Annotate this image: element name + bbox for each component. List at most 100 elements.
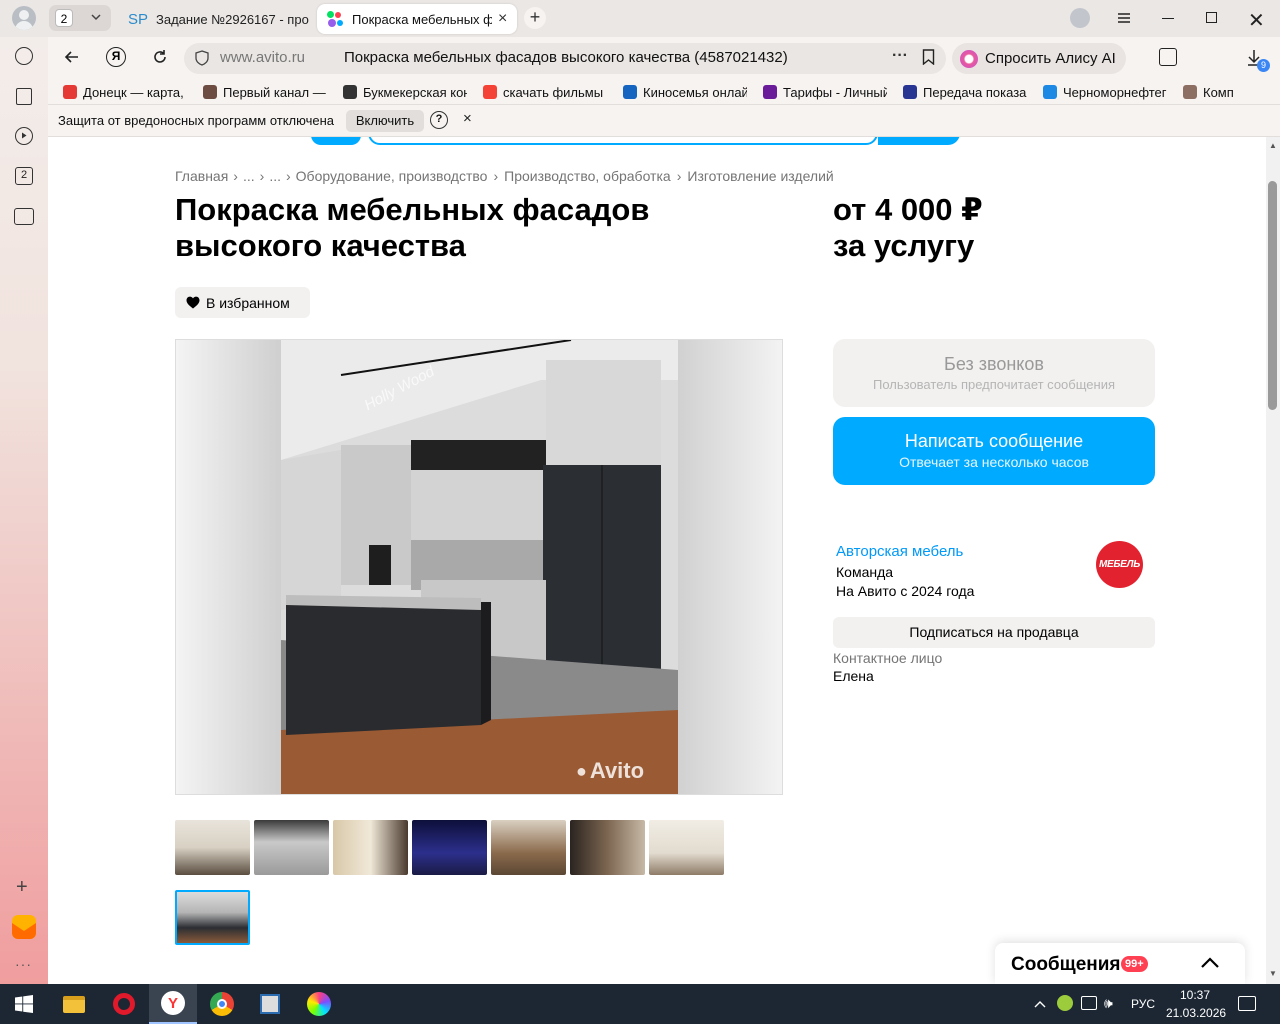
write-message-button[interactable]: Написать сообщение Отвечает за несколько… — [833, 417, 1155, 485]
notifications-icon[interactable] — [1238, 996, 1256, 1011]
bookmark-item[interactable]: Черноморнефтег — [1043, 83, 1167, 101]
messages-widget[interactable]: Сообщения 99+ — [995, 943, 1245, 984]
tray-app-icon[interactable] — [1057, 995, 1073, 1011]
screenshot-icon[interactable] — [14, 208, 34, 225]
volume-icon[interactable]: 🕪 — [1104, 995, 1113, 1012]
bookmark-item[interactable]: Букмекерская кон — [343, 83, 467, 101]
add-panel-icon[interactable]: + — [16, 876, 28, 899]
new-tab-button[interactable]: + — [524, 7, 546, 29]
bookmark-favicon-icon — [1043, 85, 1057, 99]
gallery-thumbnail[interactable] — [570, 820, 645, 875]
alice-icon — [960, 49, 978, 68]
breadcrumb-ellipsis[interactable]: ... — [243, 168, 255, 184]
scrollbar-down-arrow[interactable]: ▼ — [1269, 969, 1277, 978]
file-explorer-icon[interactable] — [50, 984, 98, 1024]
bookmark-favicon-icon — [483, 85, 497, 99]
rail-more-icon[interactable]: ··· — [15, 956, 32, 972]
breadcrumb-sep: › — [493, 168, 499, 184]
clock-date[interactable]: 21.03.2026 — [1166, 1006, 1226, 1020]
bookmark-favicon-icon — [763, 85, 777, 99]
tab-zadanie[interactable]: SP Задание №2926167 - про — [118, 4, 313, 34]
collections-rail-icon[interactable] — [16, 88, 32, 105]
seller-avatar[interactable]: МЕБЕЛЬ — [1096, 541, 1143, 588]
restore-icon[interactable] — [1206, 12, 1217, 23]
history-icon[interactable] — [15, 47, 33, 65]
header-search-button[interactable] — [878, 137, 960, 145]
bookmark-icon[interactable] — [922, 49, 935, 66]
scrollbar-thumb[interactable] — [1268, 181, 1277, 410]
breadcrumb-equipment[interactable]: Оборудование, производство — [296, 168, 488, 184]
subscribe-seller-button[interactable]: Подписаться на продавца — [833, 617, 1155, 648]
back-arrow-icon[interactable] — [62, 47, 82, 67]
no-calls-button[interactable]: Без звонков Пользователь предпочитает со… — [833, 339, 1155, 407]
heart-icon — [186, 296, 200, 309]
network-icon[interactable] — [1081, 996, 1097, 1010]
seller-logo-text: МЕБЕЛЬ — [1098, 559, 1141, 570]
menu-icon[interactable] — [1117, 11, 1131, 23]
avito-watermark: ● Avito — [576, 758, 644, 784]
scrollbar-up-arrow[interactable]: ▲ — [1269, 141, 1277, 150]
messages-badge: 99+ — [1121, 956, 1148, 972]
tool-app-icon[interactable] — [246, 984, 294, 1024]
breadcrumb-ellipsis[interactable]: ... — [269, 168, 281, 184]
opera-icon[interactable] — [100, 984, 148, 1024]
language-indicator[interactable]: РУС — [1131, 997, 1155, 1011]
chrome-icon[interactable] — [198, 984, 246, 1024]
main-photo[interactable]: Holly Wood ● Avito — [175, 339, 783, 795]
windows-start-icon[interactable] — [0, 984, 48, 1024]
bookmark-item[interactable]: Комп — [1183, 83, 1235, 101]
gallery-thumbnail[interactable] — [175, 820, 250, 875]
reload-icon[interactable] — [150, 47, 170, 67]
breadcrumb-sep: › — [676, 168, 682, 184]
bookmark-label: Комп — [1203, 84, 1234, 100]
gallery-thumbnail[interactable] — [333, 820, 408, 875]
yandex-browser-icon[interactable]: Y — [149, 984, 197, 1024]
account-icon[interactable] — [1070, 8, 1090, 28]
seller-since: На Авито с 2024 года — [836, 583, 975, 599]
bookmark-item[interactable]: скачать фильмы 2 — [483, 83, 607, 101]
avito-logo-icon: ● — [576, 760, 587, 781]
clock-time[interactable]: 10:37 — [1180, 988, 1210, 1002]
gallery-thumbnail[interactable] — [412, 820, 487, 875]
rail-tabs-badge[interactable]: 2 — [15, 167, 33, 185]
bookmark-item[interactable]: Передача показа — [903, 83, 1027, 101]
gallery-thumbnail[interactable] — [649, 820, 724, 875]
close-window-icon[interactable]: ✕ — [1248, 8, 1265, 33]
breadcrumb-production[interactable]: Производство, обработка — [504, 168, 671, 184]
tray-chevron-up-icon[interactable] — [1034, 996, 1046, 1008]
video-play-icon[interactable] — [15, 127, 33, 145]
profile-avatar-icon[interactable] — [12, 6, 36, 30]
alice-button[interactable]: Спросить Алису AI — [952, 43, 1126, 74]
bookmark-label: Букмекерская кон — [363, 84, 467, 100]
tab-avito-active[interactable]: Покраска мебельных ф × — [317, 4, 517, 34]
header-search-field[interactable] — [368, 137, 878, 145]
mail-icon[interactable] — [12, 915, 36, 939]
gallery-thumbnail-selected[interactable] — [175, 890, 250, 945]
chevron-up-icon[interactable] — [1200, 955, 1220, 971]
shield-icon[interactable] — [194, 50, 210, 66]
bookmark-item[interactable]: Киносемья онлай — [623, 83, 747, 101]
seller-name-link[interactable]: Авторская мебель — [836, 543, 963, 560]
enable-protection-button[interactable]: Включить — [346, 110, 424, 132]
favorite-button[interactable]: В избранном — [175, 287, 310, 318]
more-icon[interactable]: ··· — [892, 47, 908, 65]
price: от 4 000 ₽ — [833, 192, 983, 227]
breadcrumb-manufacturing[interactable]: Изготовление изделий — [687, 168, 833, 184]
infobar-close-icon[interactable]: × — [463, 110, 472, 127]
minimize-icon[interactable] — [1162, 18, 1174, 19]
bookmark-label: скачать фильмы 2 — [503, 84, 607, 100]
yandex-home-icon[interactable]: Я — [106, 47, 126, 67]
gallery-thumbnail[interactable] — [491, 820, 566, 875]
bookmark-item[interactable]: Донецк — карта, — [63, 83, 187, 101]
gallery-thumbnail[interactable] — [254, 820, 329, 875]
bookmark-item[interactable]: Первый канал — с — [203, 83, 327, 101]
tab-counter-badge[interactable]: 2 — [55, 9, 73, 27]
help-icon[interactable]: ? — [430, 111, 448, 129]
collections-icon[interactable] — [1159, 48, 1177, 66]
close-tab-icon[interactable]: × — [498, 10, 507, 28]
favorite-label: В избранном — [206, 294, 290, 311]
chevron-down-icon[interactable] — [90, 10, 102, 22]
breadcrumb-main[interactable]: Главная — [175, 168, 228, 184]
bookmark-item[interactable]: Тарифы - Личный — [763, 83, 887, 101]
colorful-app-icon[interactable] — [295, 984, 343, 1024]
